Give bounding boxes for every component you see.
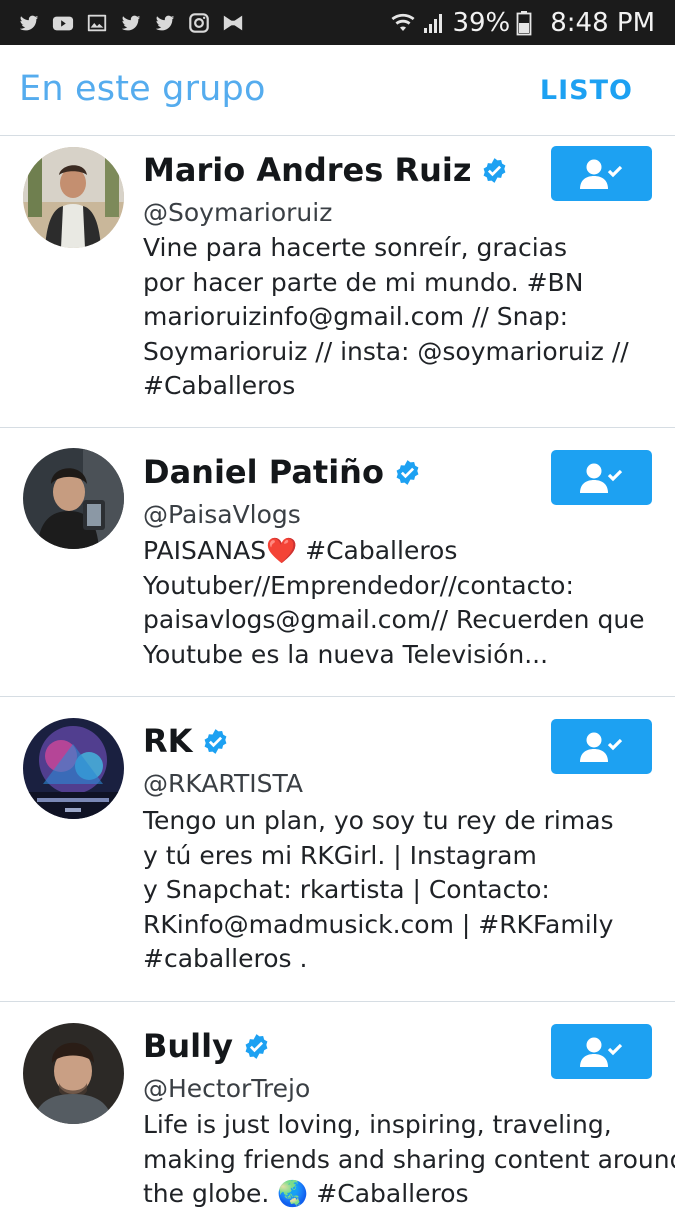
user-list: Mario Andres Ruiz @Soymarioruiz Vine par… (0, 136, 675, 1208)
signal-icon (424, 13, 443, 33)
battery-icon (516, 10, 532, 35)
following-button[interactable] (551, 1024, 652, 1079)
bio-line: y Snapchat: rkartista | Contacto: (143, 875, 550, 904)
user-handle: @RKARTISTA (143, 769, 303, 798)
following-user-icon (579, 463, 622, 493)
user-handle: @HectorTrejo (143, 1074, 311, 1103)
wifi-icon (391, 13, 415, 31)
status-bar: 39% 8:48 PM (0, 0, 675, 45)
following-button[interactable] (551, 450, 652, 505)
bio-line: paisavlogs@gmail.com// Recuerden que (143, 605, 645, 634)
bio-line: #caballeros . (143, 944, 308, 973)
bio-line: RKinfo@madmusick.com | #RKFamily (143, 909, 614, 939)
notification-icons (18, 0, 244, 45)
user-name: Daniel Patiño (143, 453, 384, 491)
user-bio: Tengo un plan, yo soy tu rey de rimas y … (143, 804, 653, 977)
done-button[interactable]: LISTO (540, 75, 633, 106)
verified-badge-icon (484, 157, 506, 183)
bio-line: Youtube es la nueva Televisión... (143, 639, 549, 669)
bio-line: the globe. 🌏 #Caballeros (143, 1179, 469, 1208)
user-name: RK (143, 722, 193, 760)
following-user-icon (579, 732, 622, 762)
twitter-icon (19, 15, 39, 30)
name-line: Bully (143, 1026, 270, 1066)
name-line: Mario Andres Ruiz (143, 150, 508, 190)
bio-line: Vine para hacerte sonreír, gracias (143, 233, 567, 262)
name-line: Daniel Patiño (143, 452, 421, 492)
verified-badge-icon (245, 1033, 268, 1059)
bio-line: Tengo un plan, yo soy tu rey de rimas (143, 806, 614, 835)
youtube-icon (52, 16, 74, 30)
user-bio: PAISANAS❤️ #Caballeros Youtuber//Emprend… (143, 534, 653, 672)
battery-percent: 39% (452, 7, 511, 38)
user-handle: @Soymarioruiz (143, 198, 333, 227)
verified-badge-icon (205, 728, 227, 754)
bio-line: PAISANAS❤️ #Caballeros (143, 536, 458, 565)
following-user-icon (579, 1037, 622, 1067)
clock: 8:48 PM (550, 7, 655, 38)
list-item[interactable]: Bully @HectorTrejo Life is just loving, … (0, 1002, 675, 1208)
bio-line: marioruizinfo@gmail.com // Snap: (143, 302, 569, 331)
following-button[interactable] (551, 719, 652, 774)
gallery-icon (87, 14, 107, 31)
twitter-icon (155, 15, 175, 30)
user-name: Mario Andres Ruiz (143, 151, 472, 189)
twitter-icon (121, 15, 141, 30)
following-user-icon (579, 159, 622, 189)
list-item[interactable]: Mario Andres Ruiz @Soymarioruiz Vine par… (0, 136, 675, 428)
user-name: Bully (143, 1027, 233, 1065)
bowtie-icon (223, 15, 243, 30)
following-button[interactable] (551, 146, 652, 201)
name-line: RK (143, 721, 229, 761)
page-title: En este grupo (19, 69, 266, 109)
bio-line: y tú eres mi RKGirl. | Instagram (143, 840, 537, 870)
avatar[interactable] (23, 147, 124, 248)
user-bio: Life is just loving, inspiring, travelin… (143, 1108, 675, 1212)
bio-line: Life is just loving, inspiring, travelin… (143, 1110, 612, 1139)
app-header: En este grupo LISTO (0, 45, 675, 136)
bio-line: #Caballeros (143, 371, 296, 400)
user-bio: Vine para hacerte sonreír, gracias por h… (143, 231, 653, 404)
bio-line: Soymarioruiz // insta: @soymarioruiz // (143, 336, 629, 366)
user-handle: @PaisaVlogs (143, 500, 301, 529)
avatar[interactable] (23, 1023, 124, 1124)
system-indicators: 39% 8:48 PM (390, 0, 655, 45)
list-item[interactable]: RK @RKARTISTA Tengo un plan, yo soy tu r… (0, 697, 675, 1002)
verified-badge-icon (396, 459, 419, 485)
avatar[interactable] (23, 718, 124, 819)
bio-line: Youtuber//Emprendedor//contacto: (143, 570, 574, 600)
avatar[interactable] (23, 448, 124, 549)
bio-line: making friends and sharing content aroun… (143, 1144, 675, 1174)
instagram-icon (189, 12, 209, 33)
list-item[interactable]: Daniel Patiño @PaisaVlogs PAISANAS❤️ #Ca… (0, 428, 675, 697)
bio-line: por hacer parte de mi mundo. #BN (143, 267, 584, 297)
